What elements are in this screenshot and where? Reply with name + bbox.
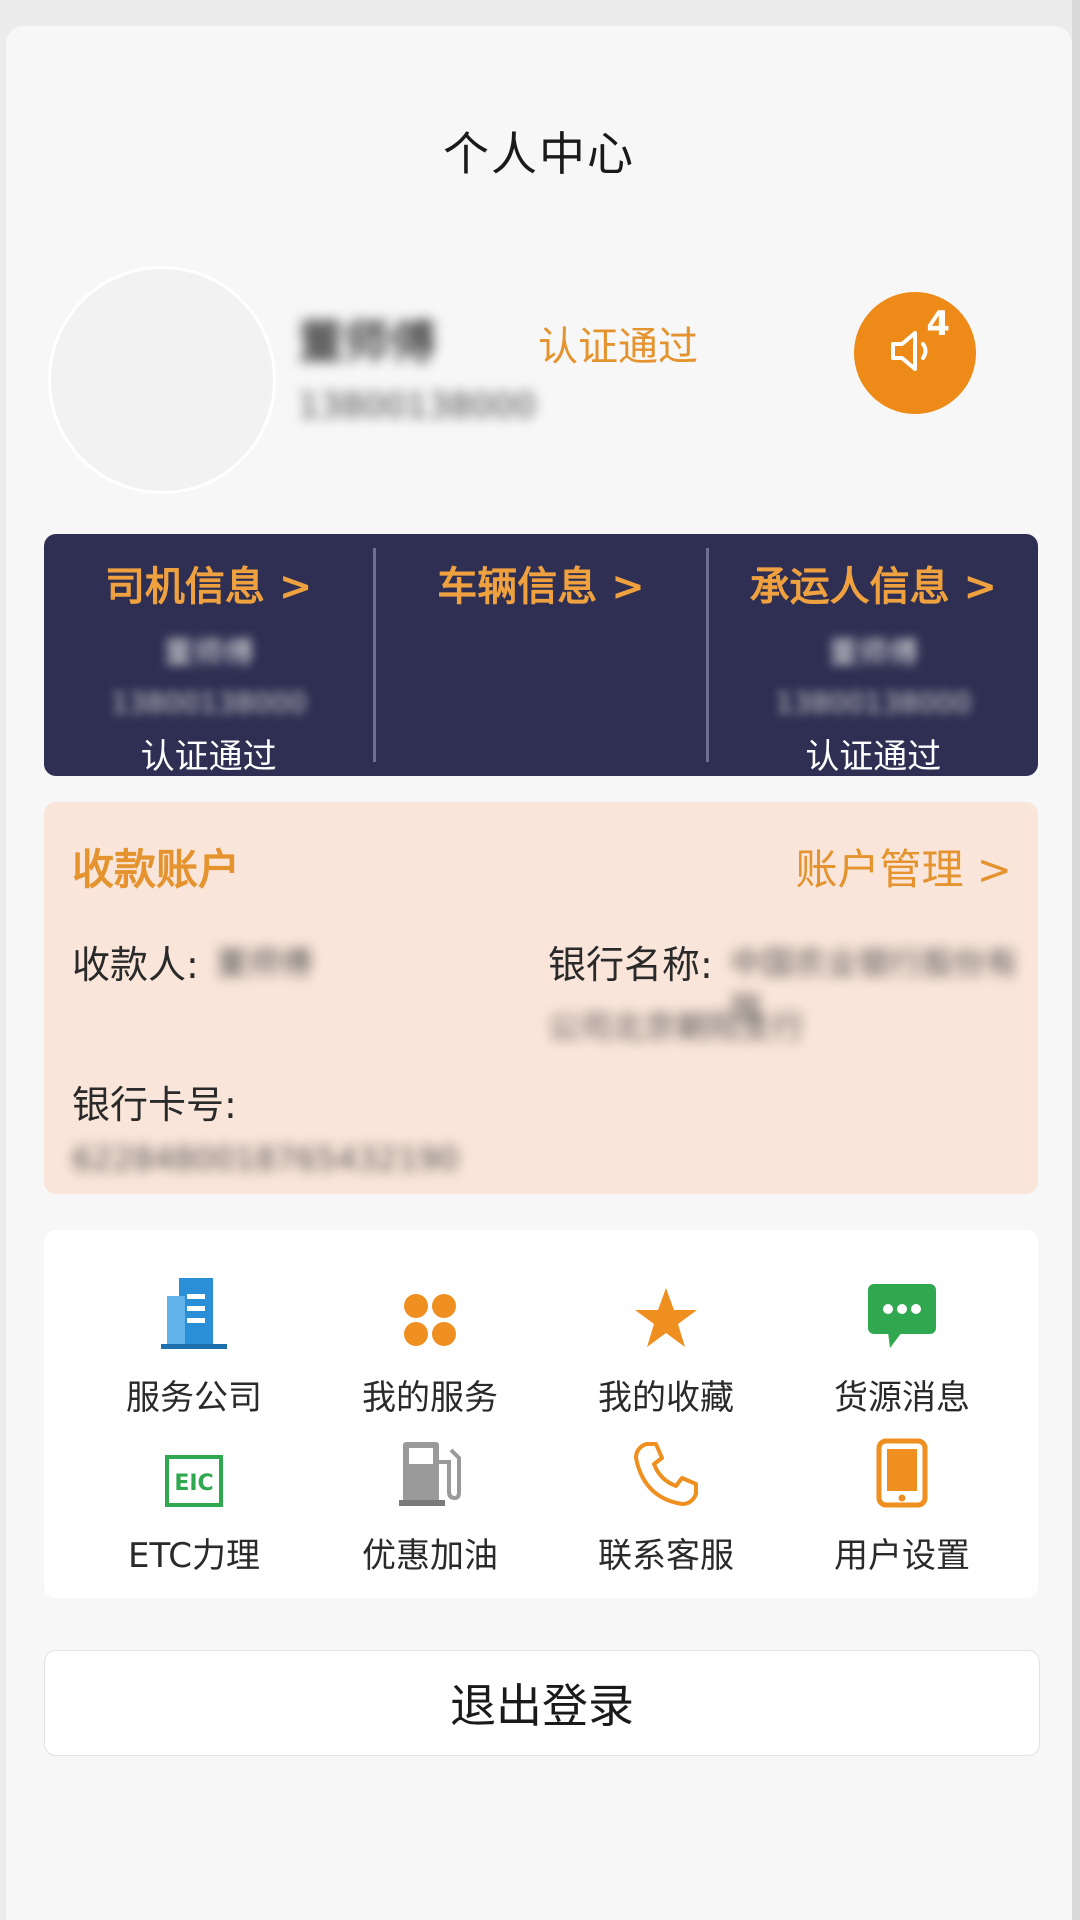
my-favorites-label: 我的收藏 <box>598 1378 734 1418</box>
fuel-discount-label: 优惠加油 <box>362 1536 498 1576</box>
card-number-label: 银行卡号: <box>72 1083 237 1127</box>
services-grid: 服务公司 我的服务 我的收藏 货源消息 EIC ETC力理 优惠加油 联系客服 … <box>44 1230 1038 1598</box>
carrier-phone: 13800138000 <box>775 686 972 719</box>
user-name: 董师傅 <box>298 315 436 369</box>
fuel-discount-button[interactable]: 优惠加油 <box>330 1426 530 1577</box>
account-title: 收款账户 <box>72 845 241 894</box>
tablet-icon <box>802 1426 1002 1508</box>
driver-name: 董师傅 <box>163 636 254 671</box>
customer-service-button[interactable]: 联系客服 <box>566 1426 766 1577</box>
my-services-button[interactable]: 我的服务 <box>330 1268 530 1419</box>
account-manage-link[interactable]: 账户管理 > <box>795 836 1012 897</box>
service-company-label: 服务公司 <box>126 1378 262 1418</box>
building-icon <box>94 1268 294 1350</box>
carrier-status: 认证通过 <box>805 737 942 777</box>
phone-icon <box>566 1426 766 1508</box>
chat-bubble-icon <box>802 1268 1002 1350</box>
my-services-label: 我的服务 <box>362 1378 498 1418</box>
cargo-messages-label: 货源消息 <box>834 1378 970 1418</box>
bank-name-value-2: 公司北京朝阳支行 <box>548 1008 805 1046</box>
payee-label: 收款人: <box>72 943 199 987</box>
carrier-name: 董师傅 <box>828 636 919 671</box>
driver-phone: 13800138000 <box>110 686 307 719</box>
driver-info-title[interactable]: 司机信息 > <box>44 554 373 612</box>
right-edge-divider <box>1072 0 1080 1920</box>
info-card: 司机信息 > 董师傅 13800138000 认证通过 车辆信息 > 承运人信息… <box>44 534 1038 777</box>
my-favorites-button[interactable]: 我的收藏 <box>566 1268 766 1419</box>
etc-icon: EIC <box>94 1426 294 1508</box>
cargo-messages-button[interactable]: 货源消息 <box>802 1268 1002 1419</box>
driver-status: 认证通过 <box>140 737 277 777</box>
payment-account-card: 收款账户 账户管理 > 收款人: 董师傅 银行名称: 中国农业银行股份有限 公司… <box>44 802 1038 1194</box>
screen: 个人中心 董师傅 13800138000 认证通过 4 司机信息 > 董师傅 1… <box>6 26 1072 1920</box>
auth-status: 认证通过 <box>538 324 698 370</box>
star-icon <box>566 1268 766 1350</box>
avatar[interactable] <box>48 266 276 494</box>
customer-service-label: 联系客服 <box>598 1536 734 1576</box>
user-settings-label: 用户设置 <box>834 1536 970 1576</box>
message-count-badge: 4 <box>926 304 950 344</box>
payee-value: 董师傅 <box>216 944 313 982</box>
logout-button[interactable]: 退出登录 <box>44 1650 1040 1756</box>
user-settings-button[interactable]: 用户设置 <box>802 1426 1002 1577</box>
service-company-button[interactable]: 服务公司 <box>94 1268 294 1419</box>
svg-text:EIC: EIC <box>174 1471 213 1496</box>
message-button[interactable]: 4 <box>854 292 976 414</box>
carrier-info-title[interactable]: 承运人信息 > <box>709 554 1038 612</box>
user-phone: 13800138000 <box>298 386 536 426</box>
four-dots-icon <box>330 1268 530 1350</box>
vehicle-info[interactable]: 车辆信息 > <box>373 548 705 762</box>
carrier-info[interactable]: 承运人信息 > 董师傅 13800138000 认证通过 <box>705 548 1038 777</box>
vehicle-info-title[interactable]: 车辆信息 > <box>376 554 705 612</box>
page-title: 个人中心 <box>443 127 635 181</box>
etc-button[interactable]: EIC ETC力理 <box>94 1426 294 1577</box>
driver-info[interactable]: 司机信息 > 董师傅 13800138000 认证通过 <box>44 548 373 777</box>
fuel-pump-icon <box>330 1426 530 1508</box>
bank-name-label: 银行名称: <box>548 943 713 987</box>
card-number-value: 6228480018765432190 <box>72 1140 459 1178</box>
etc-label: ETC力理 <box>128 1536 260 1576</box>
